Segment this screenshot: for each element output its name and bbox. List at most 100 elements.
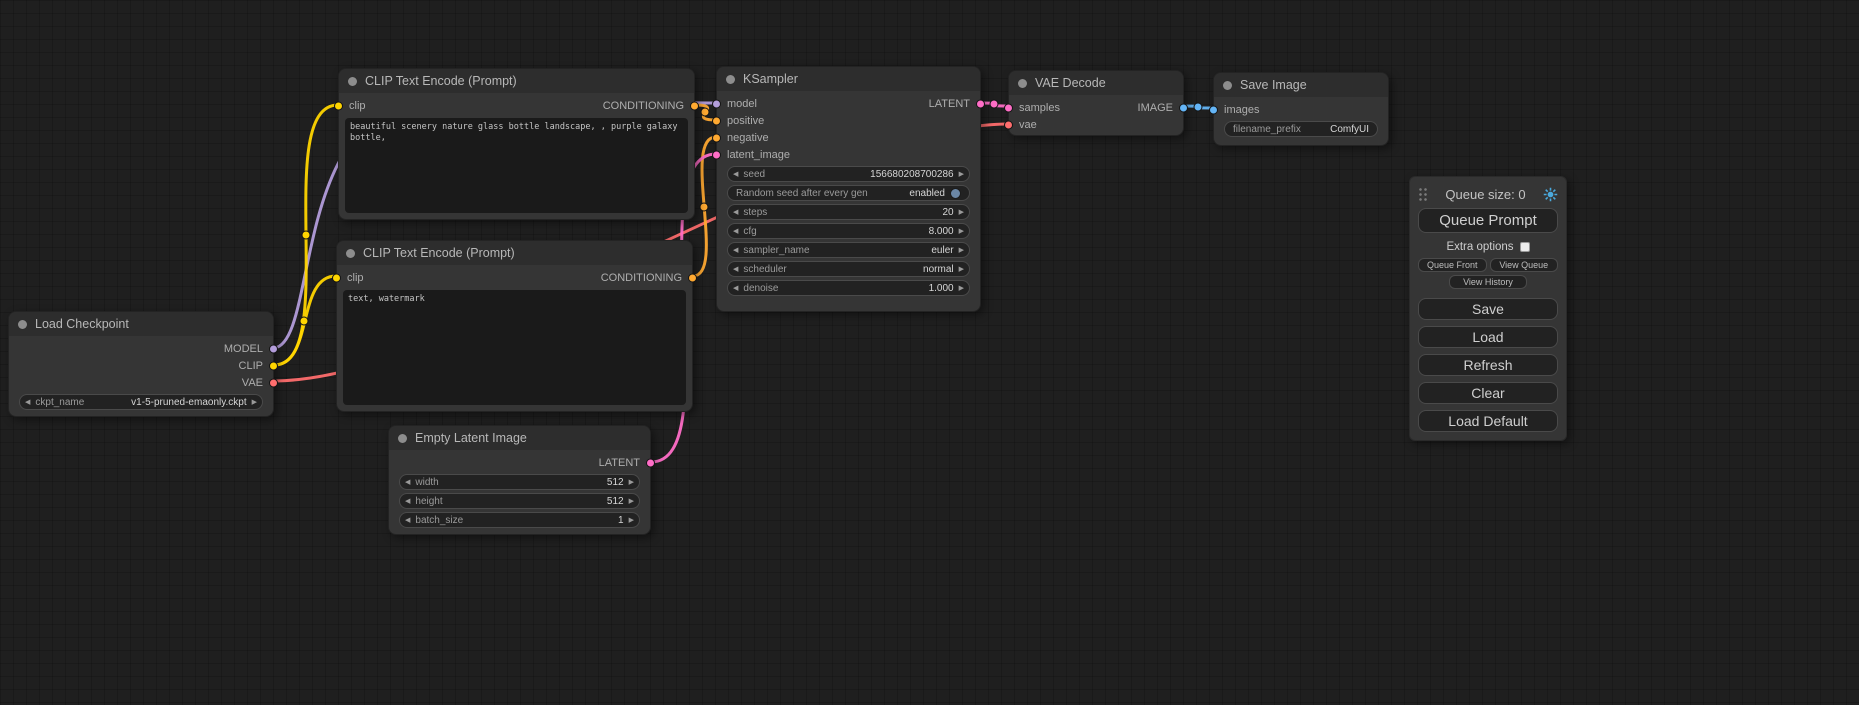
save-button[interactable]: Save bbox=[1418, 298, 1558, 320]
widget-label: width bbox=[415, 477, 438, 488]
toggle-knob-icon[interactable] bbox=[950, 188, 961, 199]
widget-label: sampler_name bbox=[743, 245, 809, 256]
decrement-arrow-icon[interactable]: ◀ bbox=[733, 247, 738, 254]
output-slot-conditioning[interactable] bbox=[688, 273, 697, 282]
load-button[interactable]: Load bbox=[1418, 326, 1558, 348]
node-titlebar[interactable]: CLIP Text Encode (Prompt) bbox=[337, 241, 692, 265]
widget-filename-prefix[interactable]: filename_prefix ComfyUI bbox=[1224, 121, 1378, 137]
output-slot-vae[interactable] bbox=[269, 378, 278, 387]
view-queue-button[interactable]: View Queue bbox=[1490, 258, 1559, 272]
increment-arrow-icon[interactable]: ▶ bbox=[629, 498, 634, 505]
decrement-arrow-icon[interactable]: ◀ bbox=[733, 228, 738, 235]
widget-height[interactable]: ◀ height 512 ▶ bbox=[399, 493, 640, 509]
input-label-clip: clip bbox=[347, 272, 364, 284]
settings-gear-icon[interactable] bbox=[1543, 187, 1558, 202]
clear-button[interactable]: Clear bbox=[1418, 382, 1558, 404]
widget-seed[interactable]: ◀ seed 156680208700286 ▶ bbox=[727, 166, 970, 182]
widget-random-seed-toggle[interactable]: Random seed after every gen enabled bbox=[727, 185, 970, 201]
collapse-toggle-icon[interactable] bbox=[398, 434, 407, 443]
increment-arrow-icon[interactable]: ▶ bbox=[959, 247, 964, 254]
output-slot-image[interactable] bbox=[1179, 103, 1188, 112]
widget-value: 8.000 bbox=[929, 226, 954, 237]
output-slot-clip[interactable] bbox=[269, 361, 278, 370]
increment-arrow-icon[interactable]: ▶ bbox=[629, 479, 634, 486]
node-save-image[interactable]: Save Image images filename_prefix ComfyU… bbox=[1213, 72, 1389, 146]
decrement-arrow-icon[interactable]: ◀ bbox=[405, 479, 410, 486]
drag-handle-icon[interactable] bbox=[1418, 187, 1428, 201]
node-load-checkpoint[interactable]: Load Checkpoint MODEL CLIP VAE ◀ ckpt_na… bbox=[8, 311, 274, 417]
increment-arrow-icon[interactable]: ▶ bbox=[959, 285, 964, 292]
collapse-toggle-icon[interactable] bbox=[348, 77, 357, 86]
input-slot-clip[interactable] bbox=[332, 273, 341, 282]
increment-arrow-icon[interactable]: ▶ bbox=[959, 209, 964, 216]
increment-arrow-icon[interactable]: ▶ bbox=[959, 228, 964, 235]
node-clip-text-encode-negative[interactable]: CLIP Text Encode (Prompt) clip CONDITION… bbox=[336, 240, 693, 412]
widget-steps[interactable]: ◀ steps 20 ▶ bbox=[727, 204, 970, 220]
decrement-arrow-icon[interactable]: ◀ bbox=[405, 498, 410, 505]
decrement-arrow-icon[interactable]: ◀ bbox=[733, 285, 738, 292]
input-label-images: images bbox=[1224, 104, 1259, 116]
widget-label: scheduler bbox=[743, 264, 786, 275]
extra-options-checkbox[interactable] bbox=[1520, 242, 1530, 252]
widget-batch-size[interactable]: ◀ batch_size 1 ▶ bbox=[399, 512, 640, 528]
extra-options-row: Extra options bbox=[1418, 239, 1558, 254]
decrement-arrow-icon[interactable]: ◀ bbox=[733, 209, 738, 216]
decrement-arrow-icon[interactable]: ◀ bbox=[405, 517, 410, 524]
input-slot-images[interactable] bbox=[1209, 105, 1218, 114]
decrement-arrow-icon[interactable]: ◀ bbox=[733, 171, 738, 178]
input-slot-clip[interactable] bbox=[334, 101, 343, 110]
decrement-arrow-icon[interactable]: ◀ bbox=[25, 399, 30, 406]
input-slot-latent-image[interactable] bbox=[712, 150, 721, 159]
node-titlebar[interactable]: Save Image bbox=[1214, 73, 1388, 97]
widget-ckpt-name[interactable]: ◀ ckpt_name v1-5-pruned-emaonly.ckpt ▶ bbox=[19, 394, 263, 410]
widget-width[interactable]: ◀ width 512 ▶ bbox=[399, 474, 640, 490]
node-clip-text-encode-positive[interactable]: CLIP Text Encode (Prompt) clip CONDITION… bbox=[338, 68, 695, 220]
prompt-textarea[interactable]: beautiful scenery nature glass bottle la… bbox=[345, 118, 688, 213]
prompt-textarea[interactable]: text, watermark bbox=[343, 290, 686, 405]
input-slot-samples[interactable] bbox=[1004, 103, 1013, 112]
input-slot-positive[interactable] bbox=[712, 116, 721, 125]
output-slot-latent[interactable] bbox=[976, 99, 985, 108]
graph-canvas[interactable]: Load Checkpoint MODEL CLIP VAE ◀ ckpt_na… bbox=[0, 0, 1859, 705]
decrement-arrow-icon[interactable]: ◀ bbox=[733, 266, 738, 273]
output-slot-model[interactable] bbox=[269, 344, 278, 353]
load-default-button[interactable]: Load Default bbox=[1418, 410, 1558, 432]
node-ksampler[interactable]: KSampler model LATENT positive negative … bbox=[716, 66, 981, 312]
queue-prompt-button[interactable]: Queue Prompt bbox=[1418, 208, 1558, 233]
node-titlebar[interactable]: KSampler bbox=[717, 67, 980, 91]
output-label-image: IMAGE bbox=[1138, 102, 1173, 114]
widget-sampler-name[interactable]: ◀ sampler_name euler ▶ bbox=[727, 242, 970, 258]
widget-value: 512 bbox=[607, 477, 624, 488]
collapse-toggle-icon[interactable] bbox=[18, 320, 27, 329]
node-title: Load Checkpoint bbox=[35, 317, 129, 331]
node-titlebar[interactable]: VAE Decode bbox=[1009, 71, 1183, 95]
collapse-toggle-icon[interactable] bbox=[726, 75, 735, 84]
node-empty-latent-image[interactable]: Empty Latent Image LATENT ◀ width 512 ▶ … bbox=[388, 425, 651, 535]
queue-front-button[interactable]: Queue Front bbox=[1418, 258, 1487, 272]
extra-options-label: Extra options bbox=[1446, 241, 1513, 253]
input-label-model: model bbox=[727, 98, 757, 110]
increment-arrow-icon[interactable]: ▶ bbox=[959, 171, 964, 178]
node-titlebar[interactable]: Empty Latent Image bbox=[389, 426, 650, 450]
input-label-positive: positive bbox=[727, 115, 764, 127]
increment-arrow-icon[interactable]: ▶ bbox=[959, 266, 964, 273]
collapse-toggle-icon[interactable] bbox=[1018, 79, 1027, 88]
increment-arrow-icon[interactable]: ▶ bbox=[252, 399, 257, 406]
node-vae-decode[interactable]: VAE Decode samples IMAGE vae bbox=[1008, 70, 1184, 136]
input-slot-model[interactable] bbox=[712, 99, 721, 108]
widget-cfg[interactable]: ◀ cfg 8.000 ▶ bbox=[727, 223, 970, 239]
widget-denoise[interactable]: ◀ denoise 1.000 ▶ bbox=[727, 280, 970, 296]
output-slot-latent[interactable] bbox=[646, 458, 655, 467]
increment-arrow-icon[interactable]: ▶ bbox=[629, 517, 634, 524]
refresh-button[interactable]: Refresh bbox=[1418, 354, 1558, 376]
view-history-button[interactable]: View History bbox=[1449, 275, 1527, 289]
input-slot-negative[interactable] bbox=[712, 133, 721, 142]
output-slot-conditioning[interactable] bbox=[690, 101, 699, 110]
node-titlebar[interactable]: Load Checkpoint bbox=[9, 312, 273, 336]
widget-scheduler[interactable]: ◀ scheduler normal ▶ bbox=[727, 261, 970, 277]
collapse-toggle-icon[interactable] bbox=[1223, 81, 1232, 90]
node-titlebar[interactable]: CLIP Text Encode (Prompt) bbox=[339, 69, 694, 93]
input-slot-vae[interactable] bbox=[1004, 120, 1013, 129]
collapse-toggle-icon[interactable] bbox=[346, 249, 355, 258]
slot-row: CLIP bbox=[9, 357, 273, 374]
